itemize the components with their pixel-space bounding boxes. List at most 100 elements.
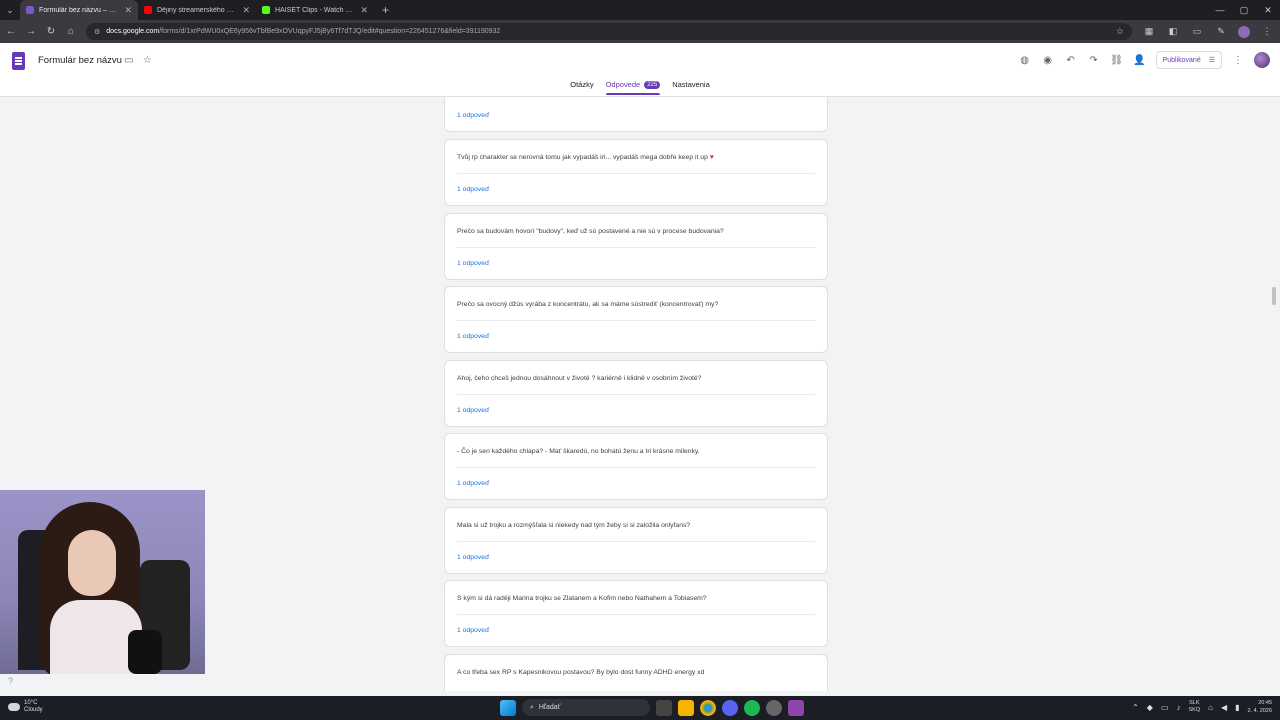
divider xyxy=(457,173,815,174)
answer-count-link[interactable]: 1 odpoveď xyxy=(457,260,489,267)
puzzle-icon[interactable]: ◧ xyxy=(1166,26,1180,37)
tune-icon: ☰ xyxy=(1208,57,1215,64)
profile-avatar-icon[interactable] xyxy=(1238,25,1250,38)
star-icon[interactable]: ☆ xyxy=(143,55,152,66)
tab-close-icon[interactable]: ✕ xyxy=(360,5,368,16)
answer-count-link[interactable]: 1 odpoveď xyxy=(457,627,489,634)
kick-favicon-icon xyxy=(262,6,270,14)
browser-tab-youtube[interactable]: Dějiny streamerského národa ✕ xyxy=(138,0,256,20)
divider xyxy=(457,247,815,248)
scrollbar-thumb[interactable] xyxy=(1272,287,1276,305)
windows-start-icon[interactable] xyxy=(500,699,516,716)
language-bottom: SKQ xyxy=(1188,707,1201,713)
task-view-icon[interactable] xyxy=(656,699,672,716)
language-indicator[interactable]: SLK SKQ xyxy=(1189,700,1201,714)
minimize-icon[interactable]: — xyxy=(1208,5,1232,15)
sidepanel-icon[interactable]: ▭ xyxy=(1190,26,1204,37)
bookmark-star-icon[interactable]: ☆ xyxy=(1116,26,1124,37)
address-bar[interactable]: ⚙ docs.google.com/forms/d/1xrPdWU0xQE6y9… xyxy=(86,23,1132,40)
home-icon[interactable]: ⌂ xyxy=(66,26,76,37)
browser-tab-strip: ⌄ Formulár bez názvu – Formulár ✕ Dějiny… xyxy=(0,0,1280,20)
pen-icon[interactable]: ✎ xyxy=(1214,26,1228,37)
tab-settings[interactable]: Nastavenia xyxy=(672,80,710,95)
weather-widget[interactable]: 10°C Cloudy xyxy=(8,700,43,714)
site-info-icon[interactable]: ⚙ xyxy=(94,28,100,36)
help-icon[interactable]: ? xyxy=(8,676,13,686)
chrome-menu-icon[interactable]: ⋮ xyxy=(1260,26,1274,37)
responses-count-badge: 225 xyxy=(644,80,661,89)
search-icon: ⌕ xyxy=(530,703,534,711)
microphone-icon[interactable]: ♪ xyxy=(1177,703,1181,712)
forms-favicon-icon xyxy=(26,6,34,14)
account-avatar[interactable] xyxy=(1254,52,1270,68)
url-host: docs.google.com xyxy=(106,28,160,35)
file-explorer-icon[interactable] xyxy=(678,699,694,716)
discord-icon[interactable] xyxy=(722,699,738,716)
maximize-icon[interactable]: ▢ xyxy=(1232,5,1256,16)
tab-responses[interactable]: Odpovede 225 xyxy=(605,80,661,95)
response-card: - Čo je sen každého chlapa? - Mať škared… xyxy=(444,433,828,500)
more-menu-icon[interactable]: ⋮ xyxy=(1231,55,1245,66)
published-button[interactable]: Publikované ☰ xyxy=(1155,51,1222,69)
obs-icon[interactable] xyxy=(788,699,804,716)
response-card: A co třeba sex RP s Kapesnikovou postavo… xyxy=(444,654,828,691)
extensions-icon[interactable]: ▦ xyxy=(1142,26,1156,37)
add-collaborator-icon[interactable]: 👤 xyxy=(1133,55,1147,66)
tab-close-icon[interactable]: ✕ xyxy=(242,5,250,16)
header-actions: ◍ ◉ ↶ ↷ ⛓ 👤 Publikované ☰ ⋮ xyxy=(1018,51,1270,69)
browser-toolbar: ← → ↻ ⌂ ⚙ docs.google.com/forms/d/1xrPdW… xyxy=(0,20,1280,43)
form-title[interactable]: Formulár bez názvu xyxy=(38,55,122,66)
tab-questions-label: Otázky xyxy=(570,80,594,89)
answer-count-link[interactable]: 1 odpoveď xyxy=(457,480,489,487)
response-text: S kým si dá raději Marina trojku se Zlat… xyxy=(457,595,707,602)
preview-eye-icon[interactable]: ◉ xyxy=(1041,55,1055,66)
response-card: 1 odpoveď xyxy=(444,97,828,132)
settings-icon[interactable] xyxy=(766,699,782,716)
answer-count-link[interactable]: 1 odpoveď xyxy=(457,112,489,119)
tab-responses-label: Odpovede xyxy=(605,80,641,89)
window-close-icon[interactable]: ✕ xyxy=(1256,5,1280,16)
answer-count-link[interactable]: 1 odpoveď xyxy=(457,186,489,193)
tab-title: Formulár bez názvu – Formulár xyxy=(39,6,120,14)
divider xyxy=(457,467,815,468)
network-icon[interactable]: ⌂ xyxy=(1208,703,1213,712)
chrome-icon[interactable] xyxy=(700,699,716,716)
browser-tab-kick[interactable]: HAISET Clips - Watch Live on K ✕ xyxy=(256,0,374,20)
browser-tab-forms[interactable]: Formulár bez názvu – Formulár ✕ xyxy=(20,0,138,20)
clock-time: 20:45 xyxy=(1258,700,1272,706)
battery-icon[interactable]: ▮ xyxy=(1235,703,1239,712)
response-card: Ahoj, čeho chceš jednou dosáhnout v živo… xyxy=(444,360,828,427)
response-text: Ahoj, čeho chceš jednou dosáhnout v živo… xyxy=(457,375,702,382)
response-card: Mala si už trojku a rozmýšľala si nieked… xyxy=(444,507,828,574)
tab-search-icon[interactable]: ⌄ xyxy=(0,0,20,20)
new-tab-plus-icon[interactable]: + xyxy=(374,3,397,17)
google-forms-logo-icon[interactable] xyxy=(12,52,25,70)
response-text: Prečo sa budovám hovorí "budovy", keď už… xyxy=(457,228,724,235)
undo-icon[interactable]: ↶ xyxy=(1064,55,1078,66)
form-tabs: Otázky Odpovede 225 Nastavenia xyxy=(0,80,1280,95)
forward-arrow-icon[interactable]: → xyxy=(26,26,36,37)
language-top: SLK xyxy=(1189,700,1200,706)
back-arrow-icon[interactable]: ← xyxy=(6,26,16,37)
volume-icon[interactable]: ◀ xyxy=(1221,703,1227,712)
weather-desc: Cloudy xyxy=(24,707,43,713)
taskbar-clock[interactable]: 20:45 2. 4. 2026 xyxy=(1248,699,1272,715)
tray-app-icon[interactable]: ◆ xyxy=(1147,703,1153,712)
answer-count-link[interactable]: 1 odpoveď xyxy=(457,333,489,340)
tab-close-icon[interactable]: ✕ xyxy=(124,5,132,16)
spotify-icon[interactable] xyxy=(744,699,760,716)
tray-chevron-icon[interactable]: ⌃ xyxy=(1132,703,1139,712)
answer-count-link[interactable]: 1 odpoveď xyxy=(457,407,489,414)
folder-icon[interactable]: ▭ xyxy=(124,55,133,66)
heart-icon: ♥ xyxy=(709,154,714,161)
tab-questions[interactable]: Otázky xyxy=(570,80,593,95)
redo-icon[interactable]: ↷ xyxy=(1087,55,1101,66)
answer-count-link[interactable]: 1 odpoveď xyxy=(457,554,489,561)
response-text: Tvůj rp charakter se nerovná tomu jak vy… xyxy=(457,154,714,161)
palette-icon[interactable]: ◍ xyxy=(1018,55,1032,66)
folder-tray-icon[interactable]: ▭ xyxy=(1161,703,1169,712)
reload-icon[interactable]: ↻ xyxy=(46,26,56,37)
search-placeholder: Hľadať xyxy=(538,704,561,711)
taskbar-search[interactable]: ⌕ Hľadať xyxy=(522,699,650,716)
link-icon[interactable]: ⛓ xyxy=(1110,55,1124,66)
